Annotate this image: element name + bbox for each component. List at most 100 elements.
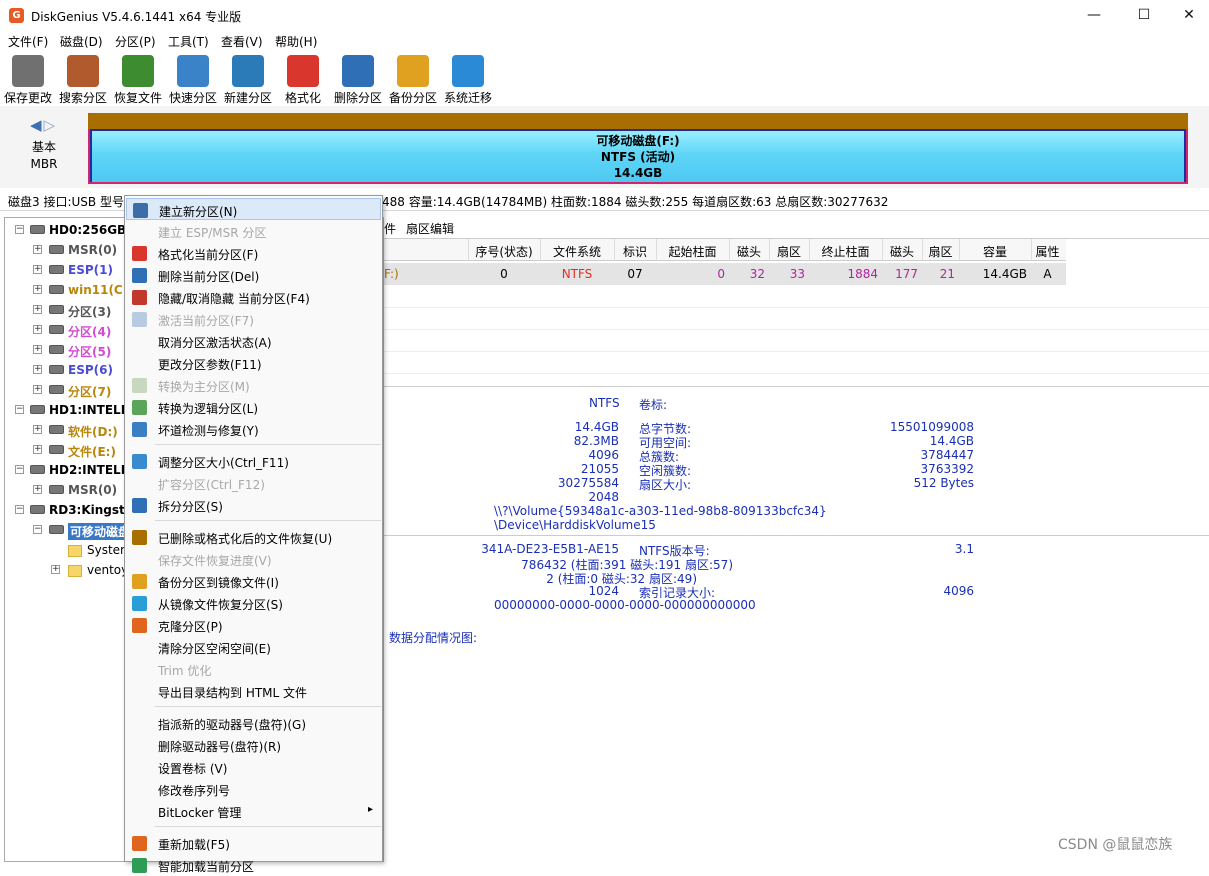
tree-node[interactable]: MSR(0): [68, 483, 117, 497]
column-header[interactable]: 扇区: [769, 243, 809, 260]
column-header[interactable]: 文件系统: [540, 243, 614, 260]
partition-table-row[interactable]: F:) 0 NTFS 07 0 32 33 1884 177 21 14.4GB A: [384, 263, 1066, 285]
tree-node[interactable]: 分区(5): [68, 343, 111, 360]
column-header[interactable]: 序号(状态): [468, 243, 540, 260]
toolbar-button-5[interactable]: 格式化: [277, 54, 329, 105]
column-header[interactable]: 属性: [1031, 243, 1064, 260]
tab-sector-editor[interactable]: 扇区编辑: [406, 220, 454, 237]
context-menu-item[interactable]: 已删除或格式化后的文件恢复(U): [126, 526, 381, 548]
context-menu-item[interactable]: 取消分区激活状态(A): [126, 330, 381, 352]
tree-expander[interactable]: +: [33, 365, 42, 374]
column-header[interactable]: 容量: [959, 243, 1031, 260]
tree-expander[interactable]: +: [33, 305, 42, 314]
column-header[interactable]: 磁头: [729, 243, 769, 260]
tree-node[interactable]: ESP(6): [68, 363, 113, 377]
hard-disk-icon: [30, 405, 45, 414]
context-menu-item: 建立 ESP/MSR 分区: [126, 220, 381, 242]
menu-item-5[interactable]: 帮助(H): [275, 33, 317, 50]
minimize-button[interactable]: —: [1071, 0, 1117, 31]
context-menu-item[interactable]: 拆分分区(S): [126, 494, 381, 516]
partition-icon: [49, 265, 64, 274]
column-header[interactable]: 磁头: [882, 243, 922, 260]
tree-expander[interactable]: −: [15, 505, 24, 514]
context-menu-item[interactable]: 设置卷标 (V): [126, 756, 381, 778]
toolbar-button-6[interactable]: 删除分区: [332, 54, 384, 105]
convert-primary-icon: [132, 378, 147, 393]
tree-node[interactable]: 分区(7): [68, 383, 111, 400]
tree-expander[interactable]: +: [33, 445, 42, 454]
tree-expander[interactable]: −: [33, 525, 42, 534]
toolbar-button-8[interactable]: 系统迁移: [442, 54, 494, 105]
context-menu-label: 备份分区到镜像文件(I): [158, 576, 279, 590]
tree-node[interactable]: MSR(0): [68, 243, 117, 257]
column-header[interactable]: 起始柱面: [656, 243, 729, 260]
context-menu-item[interactable]: 隐藏/取消隐藏 当前分区(F4): [126, 286, 381, 308]
context-menu-item[interactable]: 克隆分区(P): [126, 614, 381, 636]
context-menu-item[interactable]: 转换为逻辑分区(L): [126, 396, 381, 418]
toolbar-button-3[interactable]: 快速分区: [167, 54, 219, 105]
context-menu-item[interactable]: 修改卷序列号: [126, 778, 381, 800]
menu-item-1[interactable]: 磁盘(D): [60, 33, 103, 50]
tree-node[interactable]: 分区(4): [68, 323, 111, 340]
partition-block[interactable]: 可移动磁盘(F:) NTFS (活动) 14.4GB: [92, 131, 1184, 182]
tree-node[interactable]: 分区(3): [68, 303, 111, 320]
tree-expander[interactable]: +: [51, 565, 60, 574]
context-menu-item[interactable]: 建立新分区(N): [126, 198, 381, 220]
maximize-button[interactable]: ☐: [1121, 0, 1167, 31]
tree-node[interactable]: ESP(1): [68, 263, 113, 277]
tree-expander[interactable]: +: [33, 325, 42, 334]
menu-item-2[interactable]: 分区(P): [115, 33, 156, 50]
tree-node[interactable]: HD2:INTELH: [49, 463, 131, 477]
tree-node[interactable]: HD1:INTELH: [49, 403, 131, 417]
tree-node[interactable]: 文件(E:): [68, 443, 116, 460]
column-header[interactable]: 终止柱面: [809, 243, 882, 260]
close-button[interactable]: ✕: [1166, 0, 1209, 31]
context-menu-item[interactable]: 重新加载(F5): [126, 832, 381, 854]
toolbar-button-0[interactable]: 保存更改: [2, 54, 54, 105]
context-menu-item[interactable]: 导出目录结构到 HTML 文件: [126, 680, 381, 702]
context-menu-item[interactable]: 备份分区到镜像文件(I): [126, 570, 381, 592]
tree-expander[interactable]: +: [33, 485, 42, 494]
prev-disk-icon[interactable]: ◀: [30, 116, 42, 134]
context-menu-item[interactable]: 格式化当前分区(F): [126, 242, 381, 264]
context-menu-item[interactable]: 清除分区空闲空间(E): [126, 636, 381, 658]
tree-expander[interactable]: +: [33, 265, 42, 274]
context-menu-item[interactable]: 更改分区参数(F11): [126, 352, 381, 374]
tree-expander[interactable]: +: [33, 345, 42, 354]
next-disk-icon[interactable]: ▷: [44, 116, 56, 134]
toolbar-button-4[interactable]: 新建分区: [222, 54, 274, 105]
context-menu-item[interactable]: 从镜像文件恢复分区(S): [126, 592, 381, 614]
disk-nav-arrows[interactable]: ◀ ▷: [30, 116, 55, 134]
toolbar-button-2[interactable]: 恢复文件: [112, 54, 164, 105]
column-header[interactable]: 标识: [614, 243, 656, 260]
tree-node[interactable]: 可移动磁盘: [68, 523, 133, 540]
tree-node[interactable]: 软件(D:): [68, 423, 118, 440]
toolbar-button-1[interactable]: 搜索分区: [57, 54, 109, 105]
tree-expander[interactable]: −: [15, 225, 24, 234]
context-menu-item[interactable]: BitLocker 管理 ▸: [126, 800, 381, 822]
context-menu-item[interactable]: 调整分区大小(Ctrl_F11): [126, 450, 381, 472]
column-header[interactable]: 扇区: [922, 243, 959, 260]
context-menu-item[interactable]: 删除当前分区(Del): [126, 264, 381, 286]
context-menu-label: 调整分区大小(Ctrl_F11): [158, 456, 289, 470]
menu-item-3[interactable]: 工具(T): [168, 33, 209, 50]
menu-item-4[interactable]: 查看(V): [221, 33, 263, 50]
tree-expander[interactable]: −: [15, 465, 24, 474]
tree-expander[interactable]: +: [33, 385, 42, 394]
tree-node[interactable]: ventoy: [87, 563, 128, 577]
partition-icon: [49, 385, 64, 394]
menu-item-0[interactable]: 文件(F): [8, 33, 48, 50]
context-menu-item[interactable]: 指派新的驱动器号(盘符)(G): [126, 712, 381, 734]
context-menu-item[interactable]: 删除驱动器号(盘符)(R): [126, 734, 381, 756]
context-menu-item: Trim 优化: [126, 658, 381, 680]
tree-expander[interactable]: +: [33, 245, 42, 254]
tree-expander[interactable]: +: [33, 285, 42, 294]
tree-expander[interactable]: −: [15, 405, 24, 414]
context-menu-item[interactable]: 坏道检测与修复(Y): [126, 418, 381, 440]
tab-files[interactable]: 件: [384, 220, 396, 237]
context-menu-item[interactable]: 智能加载当前分区: [126, 854, 381, 876]
tree-node[interactable]: RD3:Kingsto: [49, 503, 133, 517]
toolbar-button-7[interactable]: 备份分区: [387, 54, 439, 105]
tree-node[interactable]: HD0:256GBS: [49, 223, 135, 237]
tree-expander[interactable]: +: [33, 425, 42, 434]
